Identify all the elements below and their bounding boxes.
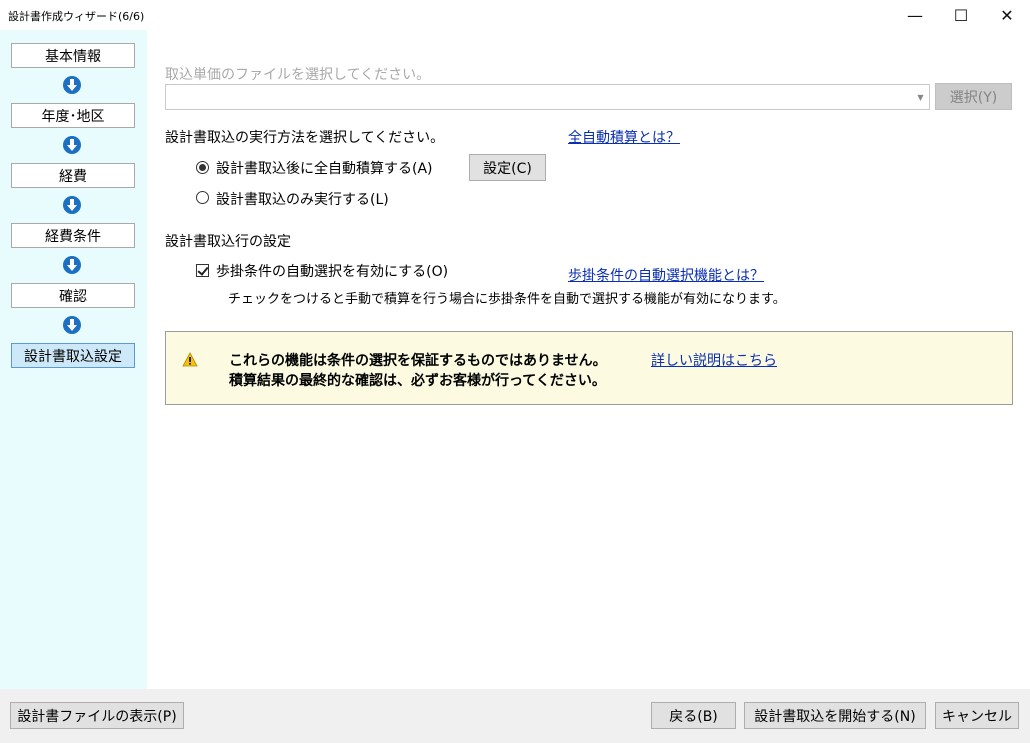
radio-auto-estimate[interactable] [196,161,209,174]
arrow-down-icon [63,196,81,214]
title-bar: 設計書作成ウィザード(6/6) — ☐ ✕ [0,0,1030,30]
arrow-down-icon [63,256,81,274]
auto-select-description: チェックをつけると手動で積算を行う場合に歩掛条件を自動で選択する機能が有効になり… [228,292,786,307]
step-confirm: 確認 [11,283,135,308]
step-expense-conditions: 経費条件 [11,223,135,248]
radio-import-only-label[interactable]: 設計書取込のみ実行する(L) [216,189,389,209]
unit-price-file-combo[interactable]: ▼ [165,84,930,110]
back-button[interactable]: 戻る(B) [651,702,736,729]
step-import-settings: 設計書取込設定 [11,343,135,368]
step-basic-info: 基本情報 [11,43,135,68]
radio-import-only[interactable] [196,191,209,204]
auto-estimation-help-link[interactable]: 全自動積算とは？ [568,127,680,147]
arrow-down-icon [63,76,81,94]
chevron-down-icon[interactable]: ▼ [912,85,929,109]
notice-box: これらの機能は条件の選択を保証するものではありません。 積算結果の最終的な確認は… [165,331,1013,405]
notice-line-2: 積算結果の最終的な確認は、必ずお客様が行ってください。 [229,373,606,389]
radio-auto-estimate-label[interactable]: 設計書取込後に全自動積算する(A) [216,158,433,178]
details-link[interactable]: 詳しい説明はこちら [651,350,777,370]
footer-bar: 設計書ファイルの表示(P) 戻る(B) 設計書取込を開始する(N) キャンセル [0,689,1030,743]
auto-select-checkbox-label[interactable]: 歩掛条件の自動選択を有効にする(O) [216,261,448,281]
show-design-file-button[interactable]: 設計書ファイルの表示(P) [10,702,184,729]
warning-icon [182,352,198,367]
wizard-step-sidebar: 基本情報 年度･地区 経費 経費条件 確認 設計書取込設定 [0,30,147,689]
select-file-button[interactable]: 選択(Y) [935,83,1012,110]
start-import-button[interactable]: 設計書取込を開始する(N) [744,702,926,729]
maximize-icon[interactable]: ☐ [938,0,984,30]
close-icon[interactable]: ✕ [984,0,1030,30]
notice-line-1: これらの機能は条件の選択を保証するものではありません。 [229,353,607,369]
step-expenses: 経費 [11,163,135,188]
minimize-icon[interactable]: — [892,0,938,30]
arrow-down-icon [63,136,81,154]
settings-button[interactable]: 設定(C) [469,154,546,181]
arrow-down-icon [63,316,81,334]
import-settings-heading: 設計書取込行の設定 [165,234,291,250]
auto-select-help-link[interactable]: 歩掛条件の自動選択機能とは？ [568,265,764,285]
window-title: 設計書作成ウィザード(6/6) [8,10,145,23]
cancel-button[interactable]: キャンセル [935,702,1019,729]
method-prompt-label: 設計書取込の実行方法を選択してください。 [165,130,445,146]
file-prompt-label: 取込単価のファイルを選択してください。 [165,67,431,83]
auto-select-checkbox[interactable] [196,264,209,277]
step-year-region: 年度･地区 [11,103,135,128]
